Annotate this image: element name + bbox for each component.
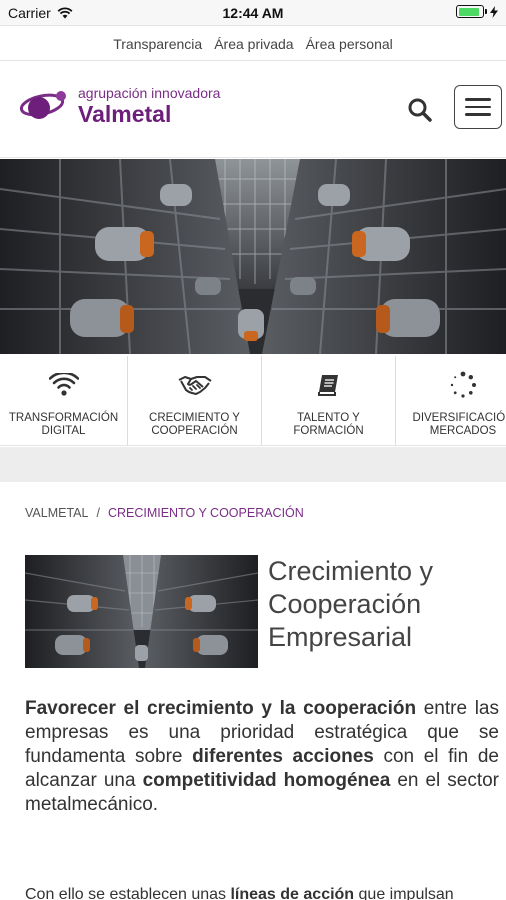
category-crecimiento-cooperacion[interactable]: CRECIMIENTO Y COOPERACIÓN bbox=[128, 356, 262, 445]
link-transparencia[interactable]: Transparencia bbox=[113, 36, 202, 52]
intro-emphasis: Favorecer el crecimiento y la cooperació… bbox=[25, 698, 417, 719]
battery-icon bbox=[456, 5, 487, 18]
handshake-icon bbox=[178, 376, 212, 395]
intro-emphasis: competitividad homogénea bbox=[142, 770, 391, 791]
logo-brand-name: Valmetal bbox=[78, 101, 172, 127]
breadcrumb-current: CRECIMIENTO Y COOPERACIÓN bbox=[107, 506, 304, 520]
paragraph-text: Con ello se establecen unas bbox=[25, 886, 231, 900]
site-logo[interactable]: agrupación innovadora Valmetal bbox=[18, 86, 220, 126]
hero-banner-image bbox=[0, 159, 506, 354]
menu-bar bbox=[465, 113, 491, 116]
status-time: 12:44 AM bbox=[222, 5, 284, 21]
dotted-circle-icon bbox=[450, 371, 476, 398]
breadcrumb-root-link[interactable]: VALMETAL bbox=[25, 506, 88, 520]
category-label: CRECIMIENTO Y COOPERACIÓN bbox=[149, 412, 240, 437]
article-next-paragraph: Con ello se establecen unas líneas de ac… bbox=[25, 886, 505, 900]
status-bar: Carrier 12:44 AM bbox=[0, 0, 506, 26]
logo-tagline: agrupación innovadora bbox=[78, 85, 221, 101]
logo-mark-icon bbox=[19, 91, 66, 119]
page-title: Crecimiento y Cooperación Empresarial bbox=[268, 556, 434, 652]
article-thumbnail-image bbox=[25, 555, 258, 668]
site-header: agrupación innovadora Valmetal bbox=[0, 62, 506, 158]
industrial-hero-graphic bbox=[0, 159, 506, 354]
battery-group bbox=[456, 5, 498, 18]
category-label: TALENTO Y FORMACIÓN bbox=[293, 412, 364, 437]
intro-emphasis: diferentes acciones bbox=[192, 746, 374, 767]
link-area-privada[interactable]: Área privada bbox=[214, 36, 293, 52]
search-icon bbox=[408, 98, 432, 122]
hamburger-menu-button[interactable] bbox=[454, 85, 502, 129]
category-label: DIVERSIFICACIÓN MERCADOS bbox=[412, 412, 506, 437]
article-intro-paragraph: Favorecer el crecimiento y la cooperació… bbox=[25, 697, 499, 817]
top-links-nav: Transparencia Área privada Área personal bbox=[0, 27, 506, 61]
book-icon bbox=[317, 375, 338, 396]
category-diversificacion-mercados[interactable]: DIVERSIFICACIÓN MERCADOS bbox=[396, 356, 506, 445]
wifi-icon bbox=[48, 373, 79, 396]
breadcrumb: VALMETAL / CRECIMIENTO Y COOPERACIÓN bbox=[25, 506, 304, 520]
category-bar: TRANSFORMACIÓN DIGITAL CRECIMIENTO Y COO… bbox=[0, 356, 506, 446]
charging-icon bbox=[490, 5, 498, 18]
menu-bar bbox=[465, 98, 491, 101]
paragraph-text: que impulsan bbox=[354, 886, 454, 900]
breadcrumb-separator: / bbox=[96, 506, 100, 520]
section-divider bbox=[0, 447, 506, 482]
industrial-thumbnail-graphic bbox=[25, 555, 258, 668]
category-label: TRANSFORMACIÓN DIGITAL bbox=[8, 412, 119, 437]
link-area-personal[interactable]: Área personal bbox=[306, 36, 393, 52]
paragraph-emphasis: líneas de acción bbox=[230, 886, 355, 900]
menu-bar bbox=[465, 105, 491, 109]
search-button[interactable] bbox=[406, 96, 434, 124]
category-talento-formacion[interactable]: TALENTO Y FORMACIÓN bbox=[262, 356, 396, 445]
category-transformacion-digital[interactable]: TRANSFORMACIÓN DIGITAL bbox=[0, 356, 128, 445]
